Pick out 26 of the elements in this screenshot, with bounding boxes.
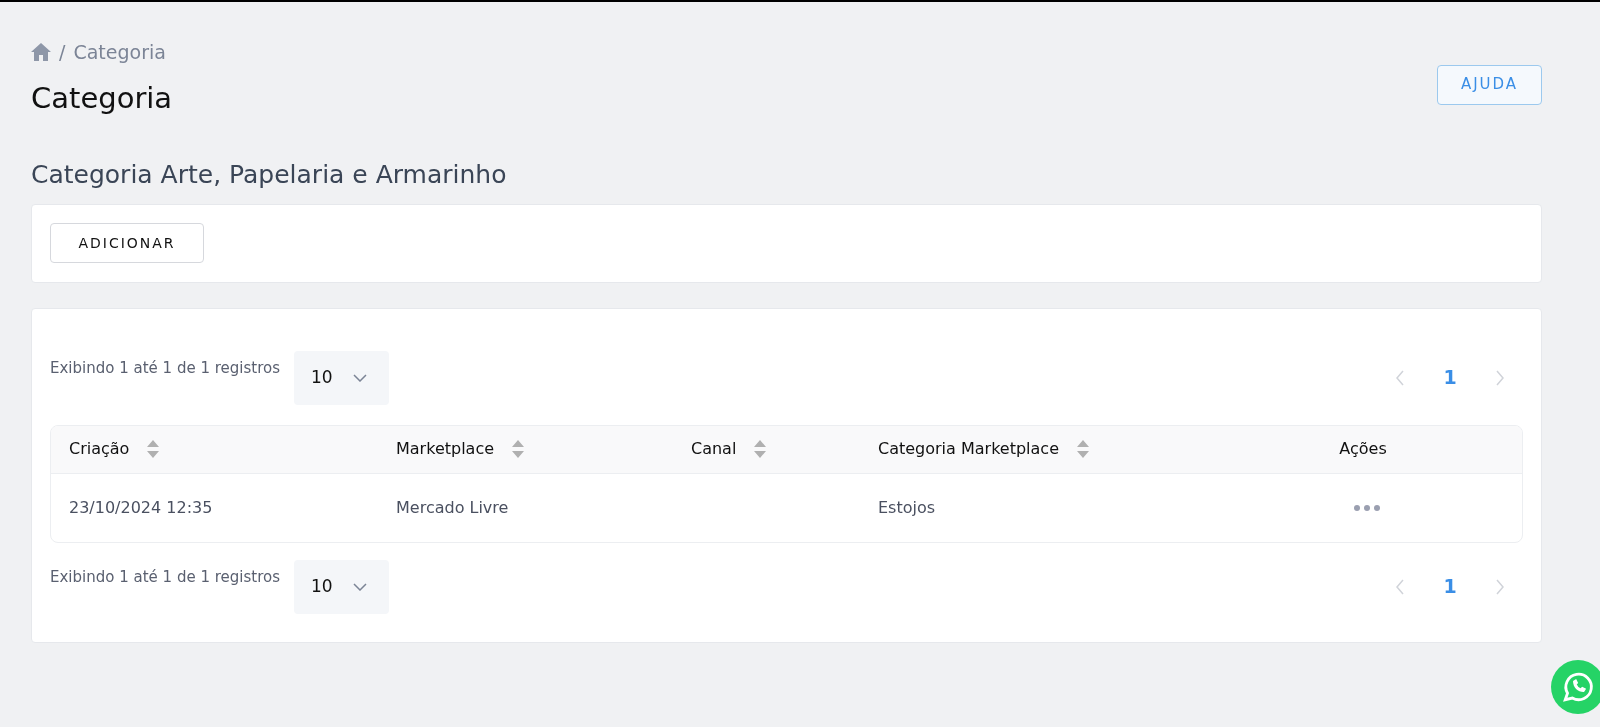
- column-header: Ações: [1339, 438, 1387, 460]
- chat-button[interactable]: [1551, 660, 1600, 714]
- page-size-select[interactable]: 10: [294, 559, 389, 614]
- home-icon[interactable]: [31, 43, 51, 62]
- records-summary: Exibindo 1 até 1 de 1 registros: [50, 357, 280, 379]
- table-cell: 23/10/2024 12:35: [69, 497, 213, 517]
- more-options-icon[interactable]: [1354, 504, 1380, 511]
- sort-icon[interactable]: [146, 439, 161, 459]
- records-summary: Exibindo 1 até 1 de 1 registros: [50, 566, 280, 588]
- column-header[interactable]: Marketplace: [396, 437, 495, 461]
- table-cell: Estojos: [878, 497, 936, 517]
- column-header[interactable]: Categoria Marketplace: [878, 437, 1059, 461]
- column-header[interactable]: Canal: [691, 437, 737, 461]
- breadcrumb-separator: /: [59, 40, 66, 65]
- sort-icon[interactable]: [511, 439, 526, 459]
- table-cell: Mercado Livre: [396, 497, 509, 517]
- sort-icon[interactable]: [1076, 439, 1090, 459]
- page-title: Categoria: [31, 79, 173, 117]
- phone-bubble-icon: [1561, 670, 1595, 704]
- sort-icon[interactable]: [753, 439, 768, 459]
- column-header[interactable]: Criação: [69, 437, 130, 461]
- chevron-down-icon: [352, 582, 367, 591]
- chevron-down-icon: [352, 373, 367, 382]
- page-size-select[interactable]: 10: [294, 350, 389, 405]
- add-button[interactable]: ADICIONAR: [50, 223, 204, 263]
- section-title: Categoria Arte, Papelaria e Armarinho: [31, 159, 508, 191]
